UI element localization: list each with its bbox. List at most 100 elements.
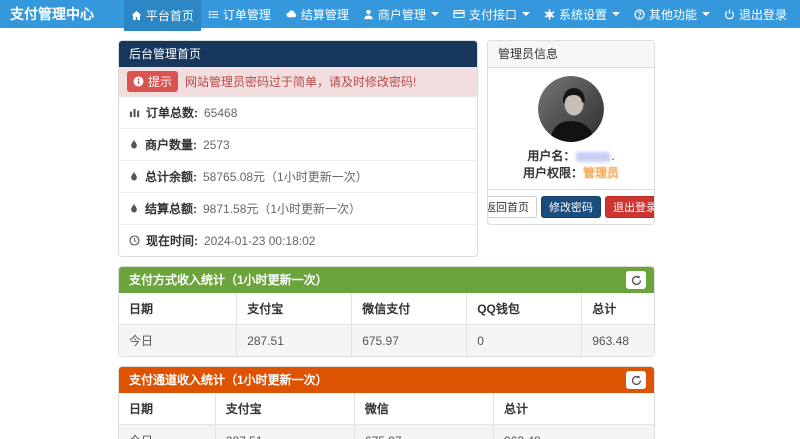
- column-header: 支付宝: [236, 293, 353, 325]
- info-circle-icon: [133, 76, 144, 87]
- table-cell: 今日: [119, 324, 238, 356]
- credit-card-icon: [453, 8, 465, 20]
- username-label: 用户名：: [527, 149, 576, 163]
- table-cell: 0: [466, 324, 583, 356]
- admin-body: 用户名：. 用户权限：管理员: [488, 68, 654, 189]
- stat-label: 现在时间:: [146, 234, 198, 248]
- tint-icon: [129, 203, 139, 214]
- chevron-down-icon: [430, 12, 439, 16]
- refresh-icon: [631, 374, 642, 386]
- payment-method-stats-header: 支付方式收入统计（1小时更新一次）: [119, 267, 654, 293]
- chevron-down-icon: [701, 12, 710, 16]
- table-cell: 675.97: [351, 324, 468, 356]
- panel-title: 支付通道收入统计（1小时更新一次）: [129, 373, 328, 387]
- nav-item-merchants[interactable]: 商户管理: [356, 0, 446, 28]
- stat-label: 结算总额:: [145, 202, 197, 216]
- avatar: [538, 76, 604, 142]
- stat-row-total-balance: 总计余额: 58765.08元（1小时更新一次）: [119, 161, 477, 193]
- dashboard-panel: 后台管理首页 提示 网站管理员密码过于简单，请及时修改密码! 订单总数: 6546…: [118, 40, 478, 257]
- column-header: 总计: [492, 393, 654, 425]
- top-navbar: 支付管理中心 平台首页 订单管理 结算管理 商户管理 支付接口 系统设置 其他功能 退出登录: [0, 0, 800, 31]
- nav-item-label: 系统设置: [558, 7, 607, 22]
- power-icon: [724, 8, 735, 20]
- table-cell: 287.51: [214, 424, 355, 439]
- alert-badge-button[interactable]: 提示: [127, 71, 179, 92]
- table-row: 今日 287.51 675.97 0 963.48: [119, 324, 654, 356]
- stat-label: 订单总数:: [146, 106, 198, 120]
- tint-icon: [129, 139, 139, 150]
- table-cell: 675.97: [353, 424, 494, 439]
- nav-item-label: 订单管理: [222, 7, 271, 22]
- column-header: 日期: [119, 293, 238, 325]
- nav-item-logout[interactable]: 退出登录: [717, 0, 794, 28]
- refresh-button[interactable]: [626, 271, 646, 289]
- role-line: 用户权限：管理员: [496, 165, 646, 182]
- gear-icon: [544, 8, 555, 20]
- logout-button[interactable]: 退出登录: [605, 196, 654, 218]
- question-circle-icon: [634, 8, 645, 20]
- role-label: 用户权限：: [522, 166, 583, 180]
- username-line: 用户名：.: [496, 148, 646, 165]
- column-header: 总计: [581, 293, 654, 325]
- main-content: 后台管理首页 提示 网站管理员密码过于简单，请及时修改密码! 订单总数: 6546…: [118, 40, 655, 439]
- nav-item-label: 退出登录: [738, 7, 787, 22]
- dashboard-panel-title: 后台管理首页: [119, 41, 477, 67]
- password-alert: 提示 网站管理员密码过于简单，请及时修改密码!: [119, 67, 477, 97]
- brand-title[interactable]: 支付管理中心: [0, 0, 104, 28]
- back-home-button[interactable]: 返回首页: [488, 196, 537, 218]
- nav-item-label: 平台首页: [145, 9, 194, 23]
- nav-item-misc-functions[interactable]: 其他功能: [627, 0, 717, 28]
- role-value: 管理员: [583, 166, 620, 180]
- table-row: 今日287.51675.97963.48: [119, 424, 654, 439]
- stat-value: 9871.58元（1小时更新一次）: [203, 202, 362, 216]
- payment-method-stats-table: 日期 支付宝 微信支付 QQ钱包 总计 今日 287.51 675.97 0 963.48: [119, 293, 654, 356]
- alert-text: 网站管理员密码过于简单，请及时修改密码!: [185, 75, 417, 89]
- chevron-down-icon: [521, 12, 530, 16]
- nav-item-payment-api[interactable]: 支付接口: [446, 0, 537, 28]
- nav-item-system-settings[interactable]: 系统设置: [537, 0, 627, 28]
- table-cell: 963.48: [581, 324, 654, 356]
- nav-item-label: 其他功能: [648, 7, 697, 22]
- username-suffix: .: [611, 149, 615, 163]
- table-cell: 今日: [119, 424, 216, 439]
- stat-label: 总计余额:: [145, 170, 197, 184]
- stat-value: 65468: [204, 105, 238, 120]
- nav-item-orders[interactable]: 订单管理: [201, 0, 278, 28]
- admin-footer: 返回首页 修改密码 退出登录: [488, 189, 654, 224]
- clock-icon: [129, 235, 140, 246]
- stat-value: 2024-01-23 00:18:02: [204, 233, 316, 248]
- change-password-button[interactable]: 修改密码: [541, 196, 601, 218]
- column-header: 微信支付: [351, 293, 468, 325]
- column-header: 微信: [353, 393, 494, 425]
- stat-label: 商户数量:: [145, 138, 197, 152]
- navbar-menu: 平台首页 订单管理 结算管理 商户管理 支付接口 系统设置 其他功能 退出登录: [123, 0, 794, 31]
- payment-method-stats-panel: 支付方式收入统计（1小时更新一次） 日期 支付宝 微信支付 QQ钱包 总计 今日 287.51…: [118, 266, 655, 357]
- refresh-button[interactable]: [626, 371, 646, 389]
- nav-item-label: 结算管理: [300, 7, 349, 22]
- nav-item-label: 支付接口: [468, 7, 517, 22]
- top-row: 后台管理首页 提示 网站管理员密码过于简单，请及时修改密码! 订单总数: 6546…: [118, 40, 655, 257]
- bar-chart-icon: [129, 107, 140, 118]
- refresh-icon: [631, 274, 642, 286]
- stat-value: 58765.08元（1小时更新一次）: [203, 170, 368, 184]
- tint-icon: [129, 171, 139, 182]
- column-header: 支付宝: [214, 393, 355, 425]
- stat-row-current-time: 现在时间: 2024-01-23 00:18:02: [119, 225, 477, 256]
- table-cell: 287.51: [236, 324, 353, 356]
- nav-item-settlement[interactable]: 结算管理: [278, 0, 356, 28]
- column-header: 日期: [119, 393, 216, 425]
- stat-value: 2573: [203, 137, 230, 152]
- table-header-row: 日期 支付宝 微信 总计: [119, 393, 654, 425]
- stat-row-merchant-count: 商户数量: 2573: [119, 129, 477, 161]
- nav-item-label: 商户管理: [377, 7, 426, 22]
- user-icon: [363, 9, 374, 20]
- cloud-icon: [285, 8, 297, 20]
- table-cell: 963.48: [492, 424, 654, 439]
- stat-row-order-total: 订单总数: 65468: [119, 97, 477, 129]
- payment-channel-stats-panel: 支付通道收入统计（1小时更新一次） 日期支付宝微信总计今日287.51675.97…: [118, 366, 655, 439]
- table-header-row: 日期 支付宝 微信支付 QQ钱包 总计: [119, 293, 654, 325]
- nav-item-home[interactable]: 平台首页: [123, 0, 201, 31]
- admin-panel-title: 管理员信息: [488, 41, 654, 68]
- stat-panels: 支付方式收入统计（1小时更新一次） 日期 支付宝 微信支付 QQ钱包 总计 今日 287.51…: [118, 266, 655, 439]
- payment-channel-stats-header: 支付通道收入统计（1小时更新一次）: [119, 367, 654, 393]
